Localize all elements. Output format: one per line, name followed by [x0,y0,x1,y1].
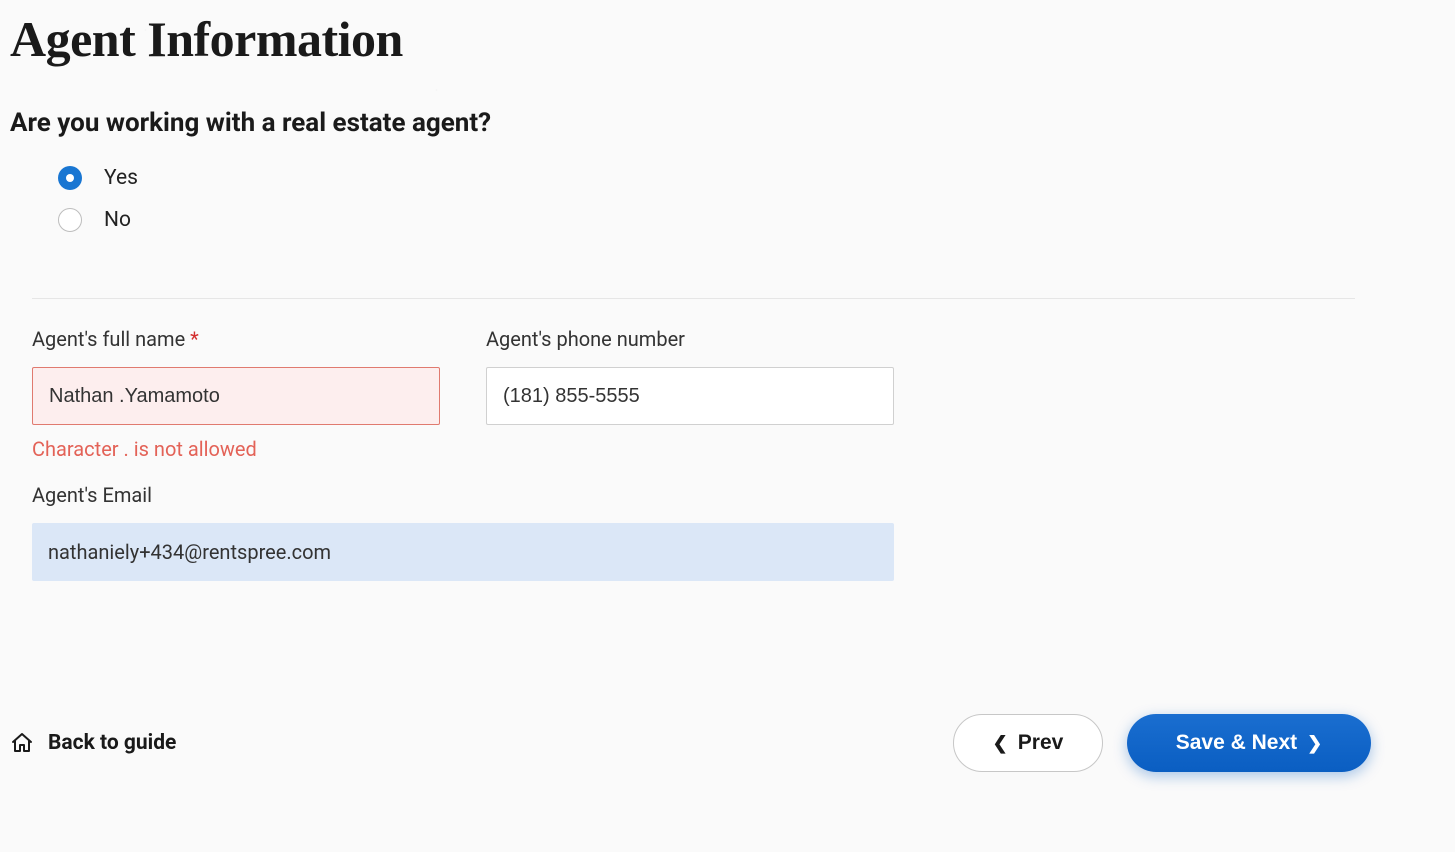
save-next-button[interactable]: Save & Next ❯ [1127,714,1371,772]
agent-radio-group: Yes No [10,166,1445,274]
prev-button-text: Prev [1018,731,1064,755]
agent-email-display: nathaniely+434@rentspree.com [32,523,894,581]
agent-name-input[interactable] [32,367,440,425]
chevron-left-icon: ❮ [993,734,1008,752]
chevron-right-icon: ❯ [1307,734,1322,752]
radio-no-label: No [104,208,131,232]
radio-option-yes[interactable]: Yes [58,166,1445,190]
radio-no-indicator [58,208,82,232]
prev-button[interactable]: ❮ Prev [953,714,1103,772]
radio-yes-label: Yes [104,166,138,190]
agent-phone-input[interactable] [486,367,894,425]
bottom-bar: Back to guide ❮ Prev Save & Next ❯ [0,714,1455,772]
agent-email-label: Agent's Email [32,483,152,507]
agent-question-heading: Are you working with a real estate agent… [10,108,1445,138]
back-to-guide-link[interactable]: Back to guide [10,731,176,755]
radio-option-no[interactable]: No [58,208,1445,232]
nav-buttons: ❮ Prev Save & Next ❯ [953,714,1371,772]
radio-yes-indicator [58,166,82,190]
page-title: Agent Information [10,10,1445,68]
agent-name-error: Character . is not allowed [32,437,440,461]
required-star: * [190,327,199,351]
save-next-button-text: Save & Next [1176,731,1297,755]
agent-name-field: Agent's full name * Character . is not a… [32,327,440,461]
agent-name-label: Agent's full name * [32,327,440,351]
agent-phone-label: Agent's phone number [486,327,894,351]
home-icon [10,731,34,755]
back-to-guide-text: Back to guide [48,731,176,755]
agent-phone-field: Agent's phone number [486,327,894,461]
agent-name-label-text: Agent's full name [32,327,185,351]
section-divider [32,298,1355,299]
